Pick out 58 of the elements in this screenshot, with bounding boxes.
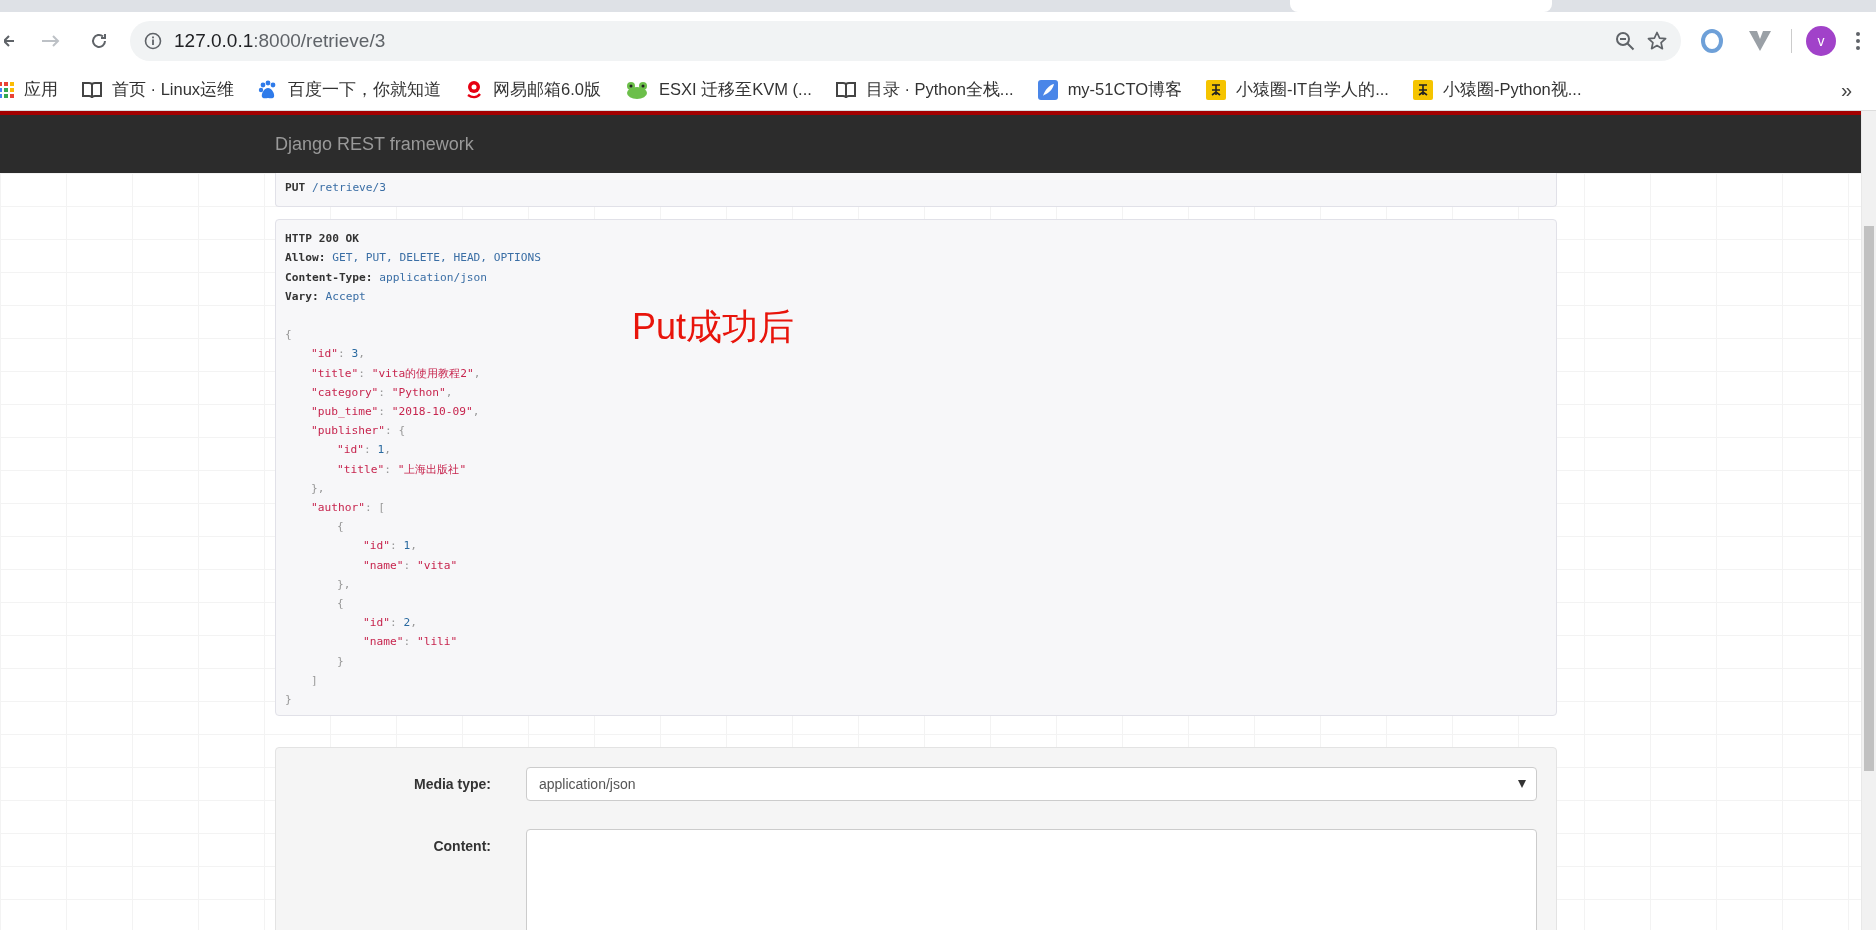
url-text: 127.0.0.1:8000/retrieve/3 (174, 30, 387, 52)
status-line: HTTP 200 OK (285, 231, 360, 248)
frog-icon (625, 80, 650, 100)
header-line: Allow: GET, PUT, DELETE, HEAD, OPTIONS (285, 250, 541, 267)
json-line: { (337, 596, 344, 613)
json-line: }, (337, 576, 351, 593)
bookmarks-overflow-button[interactable]: » (1834, 77, 1858, 103)
grid-icon (0, 82, 14, 98)
json-line: { (285, 327, 292, 344)
field-label: Content: (432, 837, 491, 855)
bookmark-item[interactable]: my-51CTO博客 (1037, 79, 1182, 101)
bookmark-item[interactable]: 小猿圈-Python视... (1412, 79, 1582, 101)
info-icon[interactable] (144, 32, 162, 50)
bookmark-item[interactable]: 目录 · Python全栈... (835, 79, 1014, 101)
request-line: PUT /retrieve/3 (285, 180, 387, 196)
json-line: "author": [ (311, 500, 386, 517)
json-line: }, (311, 480, 325, 497)
json-line: "id": 3, (311, 346, 365, 363)
feather-icon (1037, 80, 1058, 100)
json-line: "category": "Python", (311, 384, 453, 401)
bookmark-item[interactable]: 网易邮箱6.0版 (465, 79, 602, 101)
json-line: "title": "vita的使用教程2", (311, 365, 481, 382)
header-line: Content-Type: application/json (285, 269, 488, 286)
media-type-select[interactable]: application/json (526, 767, 1537, 802)
json-line: "id": 2, (363, 615, 417, 632)
book-icon (835, 81, 856, 99)
bookmark-item[interactable]: 首页 · Linux运维 (82, 79, 235, 101)
json-line: "id": 1, (363, 538, 417, 555)
badge-icon (1206, 80, 1226, 100)
brand-title[interactable]: Django REST framework (275, 133, 474, 155)
field-label: Media type: (413, 775, 491, 793)
profile-avatar[interactable]: v (1806, 26, 1836, 56)
badge-icon (1412, 80, 1433, 100)
back-arrow-icon[interactable] (4, 33, 16, 49)
reload-icon[interactable] (90, 32, 108, 50)
json-line: "id": 1, (337, 442, 391, 459)
bookmark-item[interactable]: 百度一下，你就知道 (258, 79, 442, 101)
mail-logo-icon (465, 80, 484, 100)
book-icon (82, 81, 102, 99)
scrollbar[interactable] (1861, 111, 1876, 930)
bookmark-item[interactable]: 应用 (0, 79, 58, 101)
json-line: ] (311, 672, 318, 689)
json-line: } (337, 653, 344, 670)
json-line: } (285, 692, 292, 709)
json-line: "pub_time": "2018-10-09", (311, 404, 480, 420)
annotation-text: Put成功后 (632, 305, 795, 350)
json-line: { (337, 519, 344, 536)
address-bar[interactable]: 127.0.0.1:8000/retrieve/3 (130, 21, 1681, 61)
bookmark-item[interactable]: ESXI 迁移至KVM (... (625, 79, 812, 101)
caret-icon (1518, 780, 1526, 789)
zoom-out-icon[interactable] (1615, 31, 1635, 51)
json-line: "name": "lili" (363, 634, 458, 651)
header-line: Vary: Accept (285, 288, 366, 305)
json-line: "publisher": { (311, 423, 406, 440)
bookmark-item[interactable]: 小猿圈-IT自学人的... (1206, 79, 1389, 101)
json-line: "name": "vita" (363, 557, 458, 574)
bookmark-star-icon[interactable] (1647, 31, 1667, 51)
json-line: "title": "上海出版社" (337, 461, 467, 478)
